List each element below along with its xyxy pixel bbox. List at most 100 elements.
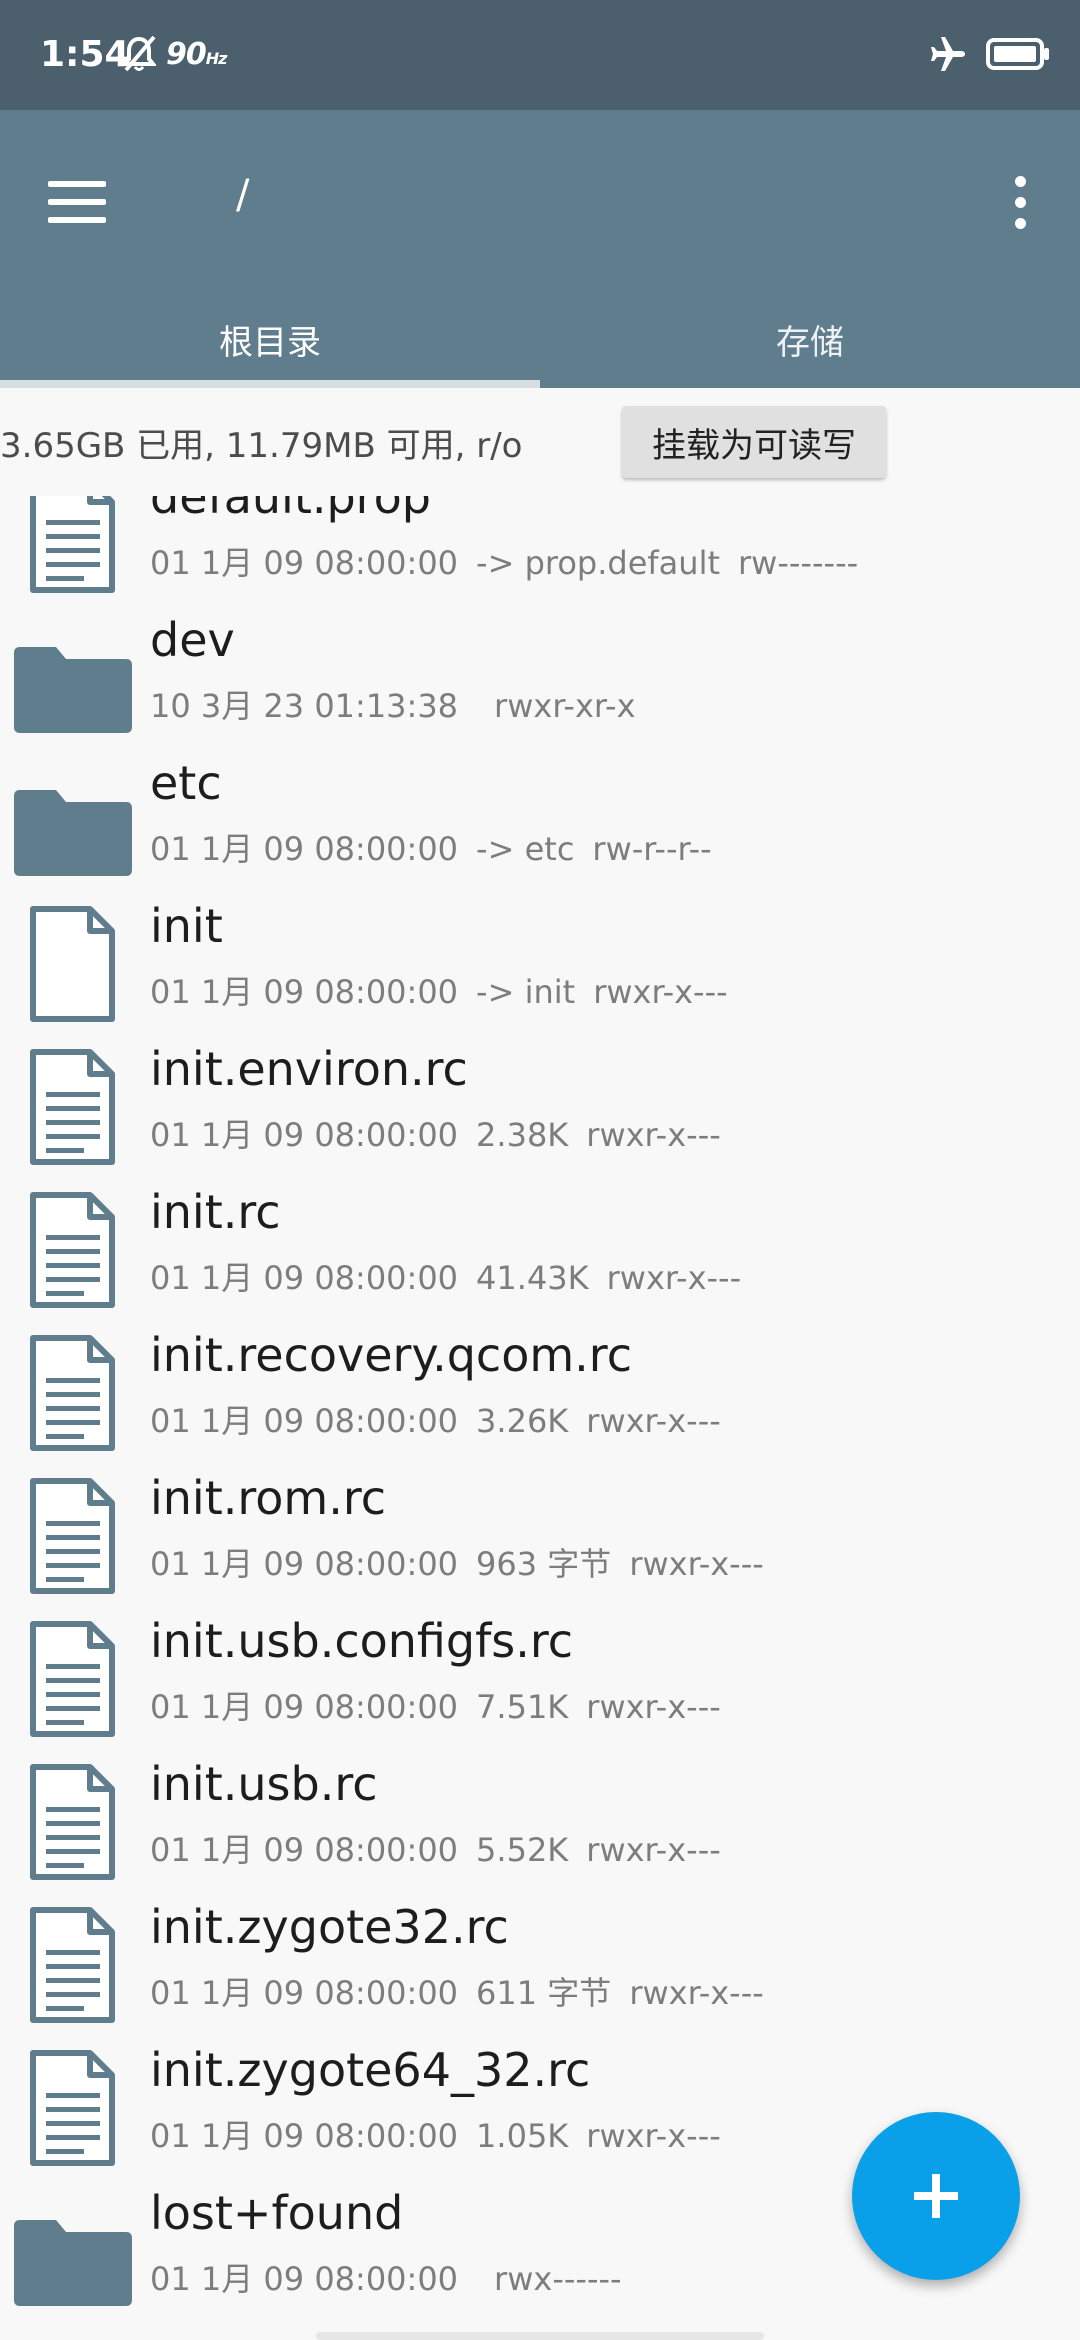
file-perm: rwxr-x---: [629, 1974, 764, 2012]
file-detail: 7.51K: [476, 1688, 569, 1726]
file-list[interactable]: default.prop 01 1月 09 08:00:00 -> prop.def…: [0, 496, 1080, 2340]
status-time: 1:54: [40, 34, 130, 75]
file-perm: rw-r--r--: [592, 830, 712, 868]
file-meta: 01 1月 09 08:00:00 611 字节 rwxr-x---: [150, 1968, 782, 2014]
file-date: 01 1月 09 08:00:00: [150, 1974, 459, 2012]
text-file-icon: [8, 1048, 138, 1168]
storage-info-text: 3.65GB 已用, 11.79MB 可用, r/o: [0, 425, 523, 466]
text-file-icon: [8, 1763, 138, 1883]
file-date: 01 1月 09 08:00:00: [150, 1402, 459, 1440]
file-detail: 2.38K: [476, 1116, 569, 1154]
file-row[interactable]: etc 01 1月 09 08:00:00 -> etc rw-r--r--: [0, 742, 1080, 885]
file-detail: 963 字节: [476, 1545, 612, 1583]
file-meta: 01 1月 09 08:00:00 41.43K rwxr-x---: [150, 1253, 759, 1299]
file-name: etc: [150, 756, 222, 810]
file-meta: 01 1月 09 08:00:00 -> init rwxr-x---: [150, 967, 746, 1013]
file-name: dev: [150, 613, 235, 667]
file-date: 01 1月 09 08:00:00: [150, 544, 459, 582]
file-row[interactable]: default.prop 01 1月 09 08:00:00 -> prop.def…: [0, 496, 1080, 599]
file-detail: -> init: [476, 973, 576, 1011]
file-row[interactable]: init.rom.rc 01 1月 09 08:00:00 963 字节 rwxr-x…: [0, 1457, 1080, 1600]
file-date: 01 1月 09 08:00:00: [150, 2117, 459, 2155]
file-row[interactable]: init.usb.rc 01 1月 09 08:00:00 5.52K rwxr-x-…: [0, 1743, 1080, 1886]
file-perm: rwxr-x---: [586, 1402, 721, 1440]
folder-icon: [8, 2192, 138, 2312]
file-perm: rwxr-xr-x: [494, 687, 636, 725]
more-options-icon[interactable]: [1000, 166, 1040, 238]
file-perm: rwxr-x---: [629, 1545, 764, 1583]
tab-storage[interactable]: 存储: [540, 290, 1080, 388]
file-date: 01 1月 09 08:00:00: [150, 973, 459, 1011]
app-bar: / 根目录 存储: [0, 110, 1080, 388]
file-meta: 10 3月 23 01:13:38 rwxr-xr-x: [150, 681, 654, 727]
refresh-rate: 90Hz: [166, 36, 227, 72]
file-date: 01 1月 09 08:00:00: [150, 1831, 459, 1869]
file-name: init.recovery.qcom.rc: [150, 1328, 632, 1382]
file-row[interactable]: init.zygote32.rc 01 1月 09 08:00:00 611 字节 r…: [0, 1886, 1080, 2029]
file-perm: rwx------: [494, 2260, 622, 2298]
file-meta: 01 1月 09 08:00:00 2.38K rwxr-x---: [150, 1110, 739, 1156]
file-name: init: [150, 899, 223, 953]
status-bar: 1:54 90Hz: [0, 0, 1080, 110]
tab-bar: 根目录 存储: [0, 290, 1080, 388]
text-file-icon: [8, 1620, 138, 1740]
file-name: init.usb.configfs.rc: [150, 1614, 574, 1668]
file-perm: rwxr-x---: [606, 1259, 742, 1297]
file-row[interactable]: init.recovery.qcom.rc 01 1月 09 08:00:00 3.…: [0, 1314, 1080, 1457]
file-name: init.rom.rc: [150, 1471, 387, 1525]
file-row[interactable]: init 01 1月 09 08:00:00 -> init rwxr-x---: [0, 885, 1080, 1028]
text-file-icon: [8, 1906, 138, 2026]
tab-root[interactable]: 根目录: [0, 290, 540, 388]
file-name: lost+found: [150, 2186, 404, 2240]
file-meta: 01 1月 09 08:00:00 3.26K rwxr-x---: [150, 1396, 739, 1442]
file-meta: 01 1月 09 08:00:00 1.05K rwxr-x---: [150, 2111, 739, 2157]
file-date: 01 1月 09 08:00:00: [150, 1688, 459, 1726]
mount-rw-button[interactable]: 挂载为可读写: [622, 406, 886, 478]
airplane-mode-icon: [931, 37, 965, 71]
file-detail: 1.05K: [476, 2117, 569, 2155]
file-date: 01 1月 09 08:00:00: [150, 1116, 459, 1154]
file-detail: -> prop.default: [476, 544, 720, 582]
file-name: init.usb.rc: [150, 1757, 378, 1811]
file-meta: 01 1月 09 08:00:00 5.52K rwxr-x---: [150, 1825, 739, 1871]
file-name: init.zygote32.rc: [150, 1900, 509, 1954]
file-perm: rwxr-x---: [586, 1688, 721, 1726]
file-name: init.rc: [150, 1185, 281, 1239]
storage-info-bar: 3.65GB 已用, 11.79MB 可用, r/o 挂载为可读写: [0, 400, 1080, 484]
folder-icon: [8, 619, 138, 739]
file-perm: rwxr-x---: [586, 2117, 721, 2155]
file-detail: -> etc: [476, 830, 575, 868]
file-meta: 01 1月 09 08:00:00 -> etc rw-r--r--: [150, 824, 730, 870]
add-fab-button[interactable]: [852, 2112, 1020, 2280]
text-file-icon: [8, 1334, 138, 1454]
text-file-icon: [8, 1191, 138, 1311]
file-date: 01 1月 09 08:00:00: [150, 2260, 459, 2298]
file-perm: rw-------: [738, 544, 859, 582]
file-row[interactable]: init.rc 01 1月 09 08:00:00 41.43K rwxr-x---: [0, 1171, 1080, 1314]
file-row[interactable]: init.usb.configfs.rc 01 1月 09 08:00:00 7.5…: [0, 1600, 1080, 1743]
file-date: 10 3月 23 01:13:38: [150, 687, 459, 725]
text-file-icon: [8, 496, 138, 596]
file-meta: 01 1月 09 08:00:00 963 字节 rwxr-x---: [150, 1539, 782, 1585]
blank-file-icon: [8, 905, 138, 1025]
menu-icon[interactable]: [48, 166, 120, 238]
file-meta: 01 1月 09 08:00:00 7.51K rwxr-x---: [150, 1682, 739, 1728]
file-perm: rwxr-x---: [593, 973, 728, 1011]
gesture-bar: [316, 2332, 764, 2340]
file-row[interactable]: init.environ.rc 01 1月 09 08:00:00 2.38K rwx…: [0, 1028, 1080, 1171]
text-file-icon: [8, 2049, 138, 2169]
file-row[interactable]: dev 10 3月 23 01:13:38 rwxr-xr-x: [0, 599, 1080, 742]
file-name: init.zygote64_32.rc: [150, 2043, 591, 2097]
plus-icon: [914, 2174, 958, 2218]
folder-icon: [8, 762, 138, 882]
bell-off-icon: [122, 35, 156, 72]
file-name: default.prop: [150, 496, 431, 524]
file-perm: rwxr-x---: [586, 1116, 721, 1154]
file-detail: 611 字节: [476, 1974, 612, 2012]
file-perm: rwxr-x---: [586, 1831, 721, 1869]
text-file-icon: [8, 1477, 138, 1597]
file-name: init.environ.rc: [150, 1042, 468, 1096]
file-detail: 5.52K: [476, 1831, 569, 1869]
file-date: 01 1月 09 08:00:00: [150, 1259, 459, 1297]
current-path: /: [236, 172, 250, 218]
